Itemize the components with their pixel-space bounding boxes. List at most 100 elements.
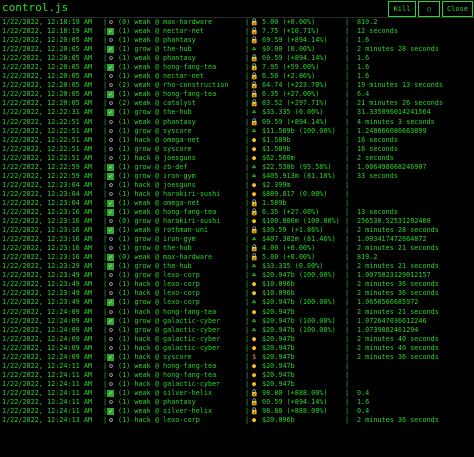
log-row-action: (1) grow @ the-hub (118, 45, 192, 54)
log-row-value: 1.589b (262, 198, 287, 207)
coin-icon: ● (251, 416, 257, 425)
log-row-action: (1) weak @ silver-helix (118, 388, 213, 397)
log-row-separator: | (345, 280, 350, 289)
log-row: 1/22/2022, 12:24:11 AM | ⚙ (1) weak @ phant… (0, 398, 474, 407)
log-row-timestamp: 1/22/2022, 12:24:11 AM (2, 370, 93, 379)
check-box-icon: ✓ (107, 172, 114, 180)
leaf-icon: ☘ (251, 262, 257, 271)
log-row: 1/22/2022, 12:23:49 AM | ✓ (1) grow @ lexo-… (0, 298, 474, 307)
log-row-detail: 256530.52531202408 (357, 217, 431, 226)
gear-icon: ⚙ (108, 153, 114, 162)
log-row-timestamp: 1/22/2022, 12:20:05 AM (2, 54, 93, 63)
log-row-separator: | (245, 90, 250, 99)
gear-icon: ⚙ (108, 370, 114, 379)
log-row-separator: | (345, 397, 350, 406)
log-row-separator: | (345, 235, 350, 244)
log-row-detail: 1.072647036612246 (357, 316, 427, 325)
log-row-value: $20.947b (262, 370, 295, 379)
log-row-action: (1) weak @ hong-fang-tea (118, 370, 217, 379)
log-row-action: (1) grow @ syscore (118, 126, 192, 135)
check-box-icon: ✓ (107, 163, 114, 171)
log-row-timestamp: 1/22/2022, 12:22:51 AM (2, 117, 93, 126)
coin-icon: ● (251, 180, 257, 189)
log-row-detail: 1.6 (357, 63, 370, 72)
lock-icon: 🔒 (250, 36, 259, 45)
log-row: 1/22/2022, 12:24:11 AM | ⚙ (1) weak @ hong-… (0, 371, 474, 380)
log-row-timestamp: 1/22/2022, 12:24:11 AM (2, 407, 93, 416)
log-row-separator: | (245, 416, 250, 425)
log-row-action: (1) weak @ phantasy (118, 397, 196, 406)
gear-icon: ⚙ (108, 307, 114, 316)
lock-icon: 🔒 (250, 18, 259, 26)
log-row-timestamp: 1/22/2022, 12:18:19 AM (2, 18, 93, 26)
log-row-timestamp: 1/22/2022, 12:20:05 AM (2, 45, 93, 54)
check-box-icon: ✓ (107, 299, 114, 307)
log-row-timestamp: 1/22/2022, 12:24:13 AM (2, 416, 93, 425)
log-row-action: (1) weak @ phantasy (118, 117, 196, 126)
window-titlebar[interactable]: control.js Kill ○ Close (0, 0, 474, 18)
log-row-timestamp: 1/22/2022, 12:23:16 AM (2, 207, 93, 216)
log-row-value: $2.399m (262, 180, 291, 189)
log-row-value: $100.000m (100.00%) (262, 217, 340, 226)
log-row: 1/22/2022, 12:20:05 AM | ✓ (1) grow @ the-h… (0, 45, 474, 54)
lock-icon: 🔒 (250, 99, 259, 108)
log-row-value: $20.947b (262, 361, 295, 370)
check-box-icon: ✓ (107, 28, 114, 36)
close-button[interactable]: Close (442, 1, 473, 17)
log-row-separator: | (245, 189, 250, 198)
check-box-icon: ✓ (107, 263, 114, 271)
log-row-value: $405.913m (81.18%) (262, 171, 336, 180)
log-row-action: (1) weak @ hong-fang-tea (118, 90, 217, 99)
minimize-button[interactable]: ○ (418, 1, 440, 17)
coin-icon: ● (251, 289, 257, 298)
log-row: 1/22/2022, 12:23:16 AM | ✓ (0) weak @ max-h… (0, 253, 474, 262)
control-js-window: control.js Kill ○ Close 1/22/2022, 12:18… (0, 0, 474, 457)
lock-icon: 🔒 (250, 253, 259, 262)
lock-icon: 🔒 (250, 198, 259, 207)
log-row-value: 98.80 (+888.00%) (262, 407, 328, 416)
log-row-detail: 16 seconds (357, 144, 398, 153)
log-row-separator: | (245, 63, 250, 72)
log-output[interactable]: 1/22/2022, 12:18:19 AM | ⚙ (0) weak @ max-h… (0, 18, 474, 457)
gear-icon: ⚙ (108, 244, 114, 253)
log-row-separator: | (345, 379, 350, 388)
log-row-action: (1) hack @ lexo-corp (118, 280, 200, 289)
coin-icon: ● (251, 370, 257, 379)
kill-button[interactable]: Kill (388, 1, 416, 17)
log-row: 1/22/2022, 12:22:51 AM | ⚙ (1) weak @ phant… (0, 118, 474, 127)
log-row-timestamp: 1/22/2022, 12:23:49 AM (2, 289, 93, 298)
log-row: 1/22/2022, 12:23:16 AM | ⚙ (1) grow @ iron-… (0, 235, 474, 244)
log-row-timestamp: 1/22/2022, 12:23:16 AM (2, 217, 93, 226)
log-row-value: 6.35 (+27.00%) (262, 207, 320, 216)
gear-icon: ⚙ (108, 117, 114, 126)
log-row-detail: 31.335096014241564 (357, 108, 431, 117)
log-row-detail: 1.003417472664872 (357, 235, 427, 244)
log-row-value: 7.75 (+10.71%) (262, 27, 320, 36)
log-row-detail: 1.6 (357, 54, 370, 63)
gear-icon: ⚙ (108, 54, 114, 63)
log-row-value: $20.947b (100.00%) (262, 298, 336, 307)
coin-icon: ● (251, 280, 257, 289)
log-row-value: $407.302m (81.46%) (262, 235, 336, 244)
log-row-value: 69.59 (+894.14%) (262, 117, 328, 126)
log-row-separator: | (245, 54, 250, 63)
log-row-action: (1) grow @ zb-def (118, 162, 188, 171)
log-row-detail: 13 seconds (357, 207, 398, 216)
log-row-action: (1) weak @ silver-helix (118, 407, 213, 416)
log-row-timestamp: 1/22/2022, 12:24:11 AM (2, 397, 93, 406)
log-row-detail: 2 minutes 36 seconds (357, 352, 439, 361)
log-row-value: $33.335 (0.00%) (262, 108, 324, 117)
log-row-separator: | (345, 253, 350, 262)
log-row-separator: | (245, 171, 250, 180)
check-box-icon: ✓ (107, 91, 114, 99)
log-row-detail: 2 minutes 28 seconds (357, 45, 439, 54)
log-row-action: (1) weak @ nectar-net (118, 72, 204, 81)
gear-icon: ⚙ (108, 235, 114, 244)
log-row-action: (1) hack @ lexo-corp (118, 416, 200, 425)
log-row-value: $10.096b (262, 289, 295, 298)
gear-icon: ⚙ (108, 334, 114, 343)
log-row-separator: | (245, 298, 250, 307)
gear-icon: ⚙ (108, 271, 114, 280)
log-row-detail: 1.0075823129012157 (357, 271, 431, 280)
log-row-separator: | (345, 416, 350, 425)
